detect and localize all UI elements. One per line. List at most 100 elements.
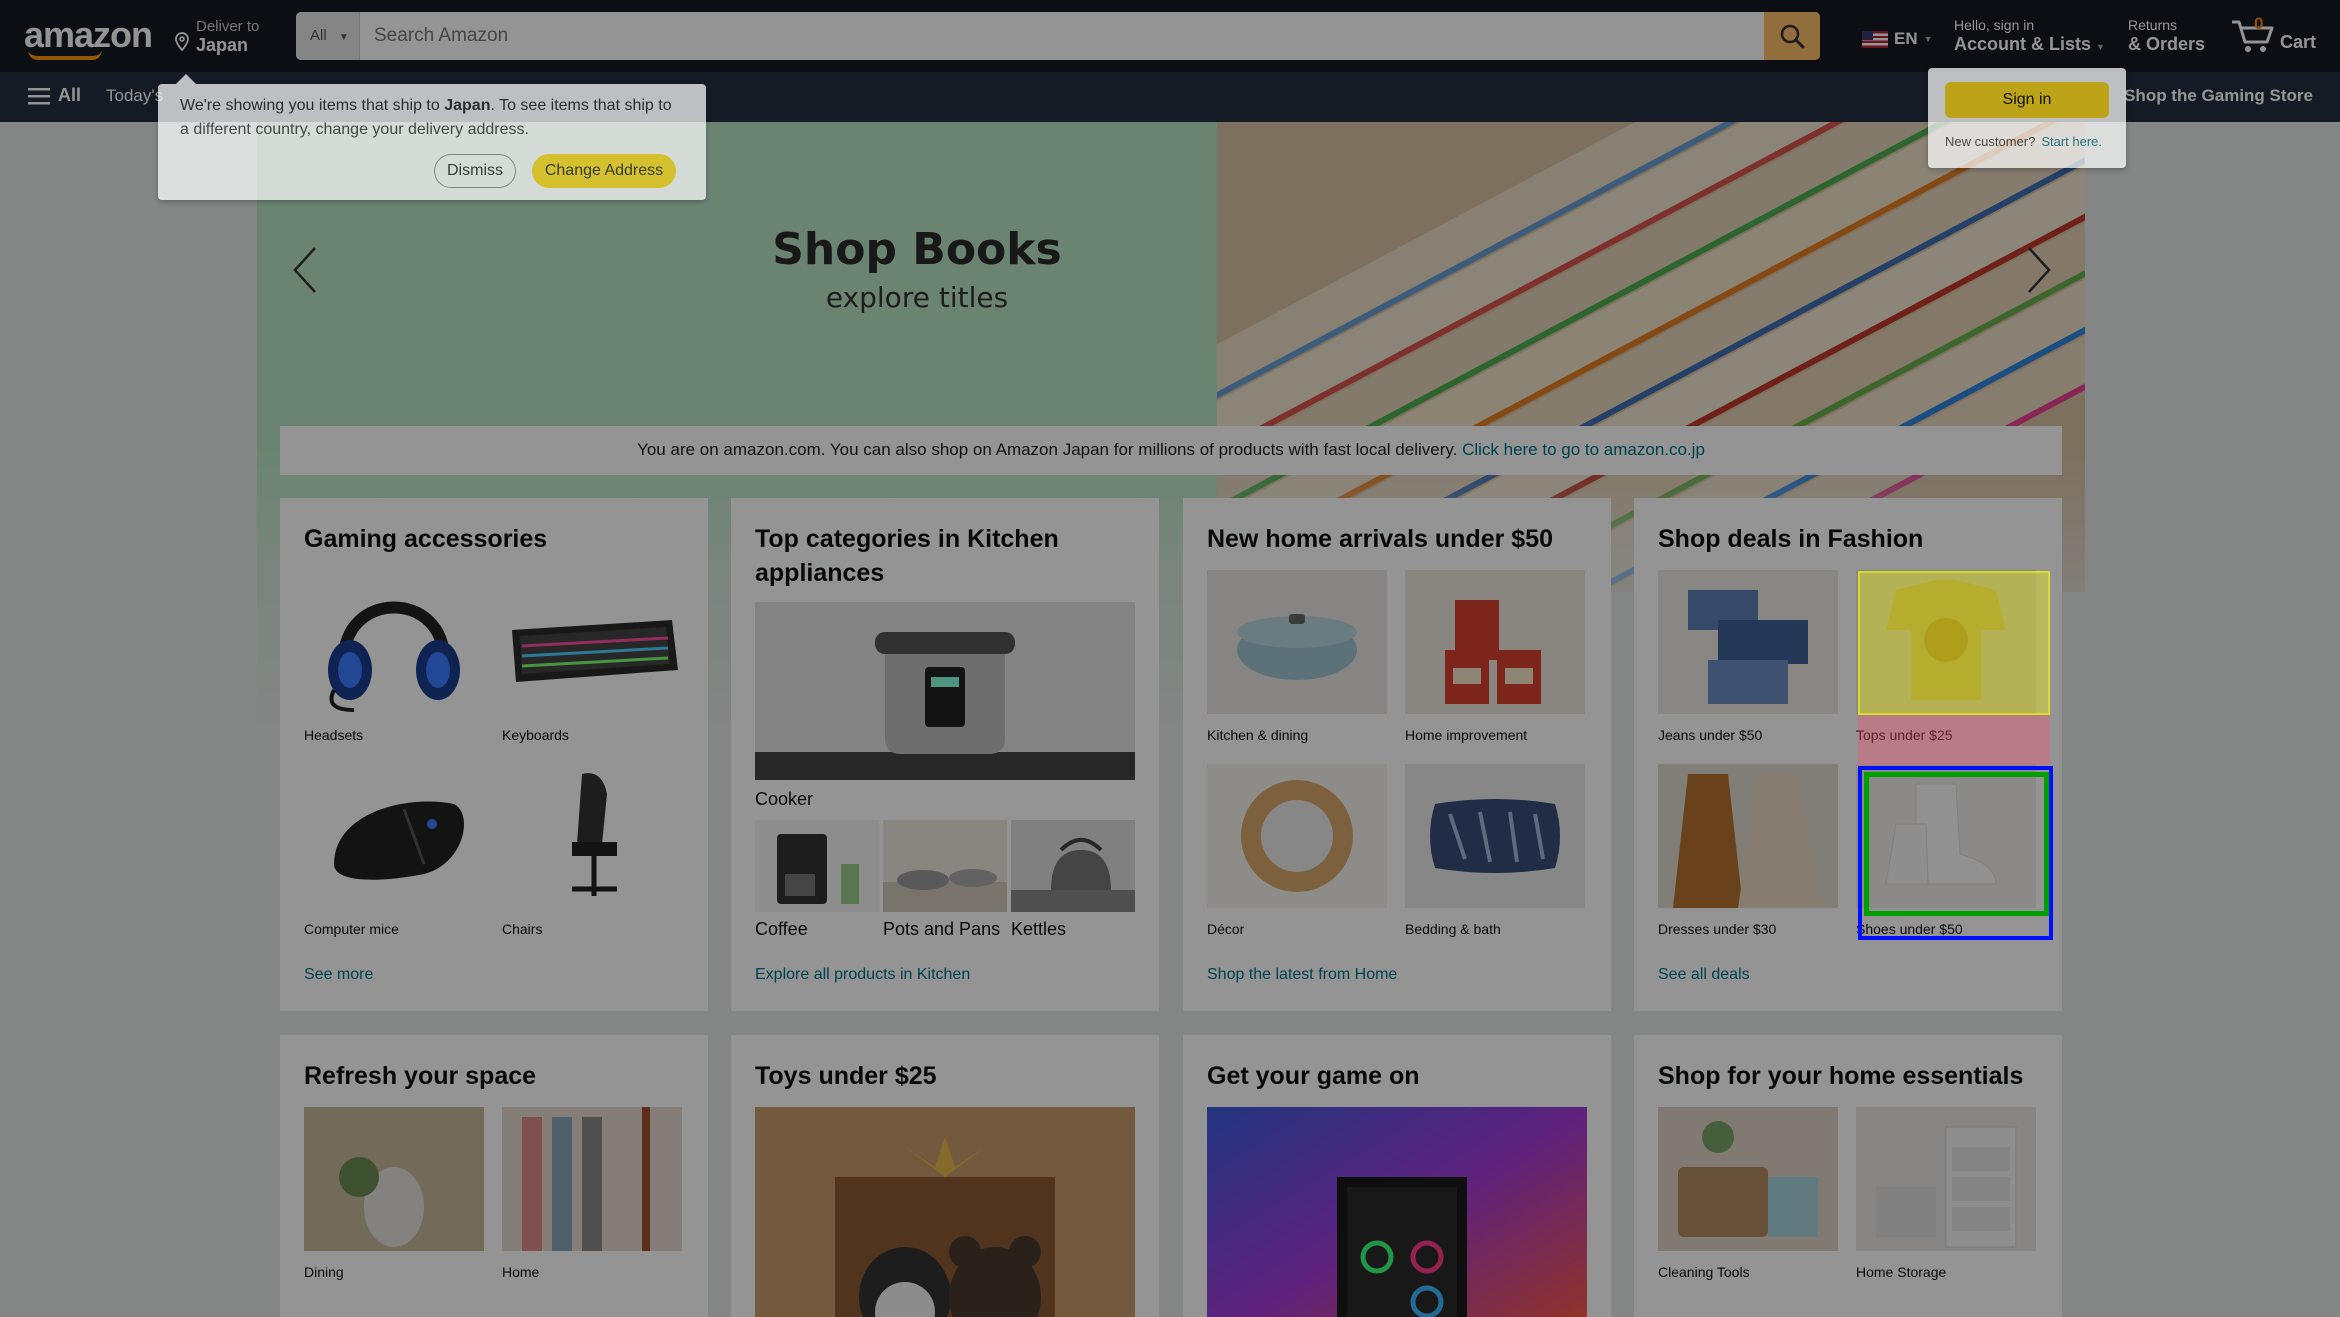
kettles-tile[interactable]: Kettles bbox=[1011, 820, 1135, 940]
hero-subtitle: explore titles bbox=[825, 281, 1009, 314]
nav-gaming-store[interactable]: Shop the Gaming Store bbox=[2124, 86, 2313, 106]
cooker-tile[interactable]: Cooker bbox=[755, 602, 1135, 810]
popover-message: We're showing you items that ship to Jap… bbox=[180, 97, 672, 138]
item-caption: Jeans under $50 bbox=[1658, 727, 1763, 743]
shop-home-link[interactable]: Shop the latest from Home bbox=[1207, 966, 1397, 984]
home-textiles-image bbox=[502, 1107, 682, 1251]
caret-down-icon: ▼ bbox=[1923, 34, 1933, 44]
grid-item-home[interactable]: Home bbox=[502, 1107, 682, 1280]
grid-item-decor[interactable]: Décor bbox=[1207, 764, 1387, 937]
us-flag-icon bbox=[1862, 30, 1888, 48]
delivery-address-popover: We're showing you items that ship to Jap… bbox=[158, 74, 706, 200]
card-title: Gaming accessories bbox=[304, 525, 548, 553]
logo-smile-icon bbox=[28, 50, 102, 60]
search-button[interactable] bbox=[1764, 12, 1820, 60]
see-more-link[interactable]: See more bbox=[304, 966, 373, 984]
card-gaming-accessories: Gaming accessories Headsets Keyboards Co… bbox=[280, 498, 708, 1011]
paint-cans-image bbox=[1405, 570, 1585, 714]
start-here-link[interactable]: Start here. bbox=[2041, 134, 2102, 149]
headset-image bbox=[304, 570, 484, 714]
orders-label: & Orders bbox=[2128, 34, 2206, 54]
language-label: EN bbox=[1894, 29, 1918, 48]
pots-pans-tile[interactable]: Pots and Pans bbox=[883, 820, 1007, 940]
location-pin-icon bbox=[175, 32, 189, 52]
gaming-pc-image[interactable] bbox=[1207, 1107, 1587, 1317]
card-title: Toys under $25 bbox=[755, 1062, 937, 1090]
signin-button[interactable]: Sign in bbox=[1945, 82, 2109, 118]
computer-mouse-image bbox=[304, 764, 484, 908]
coffee-image bbox=[755, 820, 879, 912]
cleaning-tools-image bbox=[1658, 1107, 1838, 1251]
card-toys-under-25: Toys under $25 bbox=[731, 1035, 1159, 1317]
cooker-image bbox=[755, 602, 1135, 780]
cart-icon bbox=[2232, 20, 2274, 52]
returns-label: Returns bbox=[2128, 17, 2178, 33]
deliver-label: Deliver to bbox=[196, 18, 260, 35]
nav-todays-deals[interactable]: Today's bbox=[106, 86, 163, 106]
mirror-image bbox=[1207, 764, 1387, 908]
change-address-button[interactable]: Change Address bbox=[532, 154, 676, 188]
deliver-country: Japan bbox=[196, 35, 249, 55]
hero-title: Shop Books bbox=[772, 224, 1062, 275]
item-caption: Kettles bbox=[1011, 919, 1067, 939]
see-all-deals-link[interactable]: See all deals bbox=[1658, 966, 1750, 984]
cart-count: 0 bbox=[2254, 14, 2264, 33]
dismiss-button[interactable]: Dismiss bbox=[434, 154, 516, 188]
item-caption: Headsets bbox=[304, 727, 364, 743]
grid-item-chairs[interactable]: Chairs bbox=[502, 764, 682, 937]
dutch-oven-image bbox=[1207, 570, 1387, 714]
card-title: Top categories in Kitchen appliances bbox=[755, 525, 1059, 587]
grid-item-kitchen-dining[interactable]: Kitchen & dining bbox=[1207, 570, 1387, 743]
country-notice-banner: You are on amazon.com. You can also shop… bbox=[280, 426, 2062, 475]
highlight-green bbox=[1864, 772, 2049, 916]
amazon-jp-link[interactable]: Click here to go to amazon.co.jp bbox=[1462, 440, 1705, 459]
grid-item-dresses[interactable]: Dresses under $30 bbox=[1658, 764, 1838, 937]
coffee-tile[interactable]: Coffee bbox=[755, 820, 879, 940]
card-title: Shop for your home essentials bbox=[1658, 1062, 2024, 1090]
item-caption: Pots and Pans bbox=[883, 919, 1001, 939]
carousel-next-arrow-icon[interactable] bbox=[2017, 240, 2057, 300]
cart-link[interactable]: 0 Cart bbox=[2230, 14, 2320, 54]
item-caption: Dining bbox=[304, 1264, 344, 1280]
card-title: New home arrivals under $50 bbox=[1207, 525, 1553, 553]
card-game-on: Get your game on bbox=[1183, 1035, 1611, 1317]
grid-item-computer-mice[interactable]: Computer mice bbox=[304, 764, 484, 937]
grid-item-headsets[interactable]: Headsets bbox=[304, 570, 484, 743]
toys-image[interactable] bbox=[755, 1107, 1135, 1317]
card-kitchen-appliances: Top categories in Kitchen appliances Coo… bbox=[731, 498, 1159, 1011]
dining-image bbox=[304, 1107, 484, 1251]
item-caption: Coffee bbox=[755, 919, 808, 939]
card-refresh-space: Refresh your space Dining Home bbox=[280, 1035, 708, 1317]
item-caption: Kitchen & dining bbox=[1207, 727, 1309, 743]
kettle-image bbox=[1011, 820, 1135, 912]
carousel-prev-arrow-icon[interactable] bbox=[287, 240, 327, 300]
account-greeting: Hello, sign in bbox=[1954, 17, 2035, 33]
item-caption: Décor bbox=[1207, 921, 1245, 937]
account-lists-menu[interactable]: Hello, sign in Account & Lists ▼ bbox=[1954, 17, 2105, 55]
grid-item-jeans[interactable]: Jeans under $50 bbox=[1658, 570, 1838, 743]
pillow-image bbox=[1405, 764, 1585, 908]
grid-item-dining[interactable]: Dining bbox=[304, 1107, 484, 1280]
card-title: Refresh your space bbox=[304, 1062, 537, 1090]
account-lists-label: Account & Lists ▼ bbox=[1954, 34, 2105, 54]
keyboard-image bbox=[502, 570, 682, 714]
item-caption: Cleaning Tools bbox=[1658, 1264, 1750, 1280]
grid-item-home-storage[interactable]: Home Storage bbox=[1856, 1107, 2036, 1280]
grid-item-cleaning-tools[interactable]: Cleaning Tools bbox=[1658, 1107, 1838, 1280]
search-input[interactable] bbox=[360, 12, 1758, 60]
card-title: Shop deals in Fashion bbox=[1658, 525, 1924, 553]
grid-item-keyboards[interactable]: Keyboards bbox=[502, 570, 682, 743]
highlight-red bbox=[1858, 715, 2050, 765]
all-menu-button[interactable]: All bbox=[28, 85, 81, 106]
top-header: amazon Deliver to Japan All ▼ EN ▼ Hello… bbox=[0, 0, 2340, 72]
language-selector[interactable]: EN ▼ bbox=[1862, 29, 1933, 49]
grid-item-bedding-bath[interactable]: Bedding & bath bbox=[1405, 764, 1585, 937]
item-caption: Home Storage bbox=[1856, 1264, 1947, 1280]
search-bar: All ▼ bbox=[296, 12, 1820, 60]
returns-orders-link[interactable]: Returns & Orders bbox=[2128, 17, 2205, 55]
card-new-home-arrivals: New home arrivals under $50 Kitchen & di… bbox=[1183, 498, 1611, 1011]
search-category-dropdown[interactable]: All ▼ bbox=[296, 12, 360, 60]
grid-item-home-improvement[interactable]: Home improvement bbox=[1405, 570, 1585, 743]
explore-kitchen-link[interactable]: Explore all products in Kitchen bbox=[755, 966, 970, 984]
card-home-essentials: Shop for your home essentials Cleaning T… bbox=[1634, 1035, 2062, 1317]
